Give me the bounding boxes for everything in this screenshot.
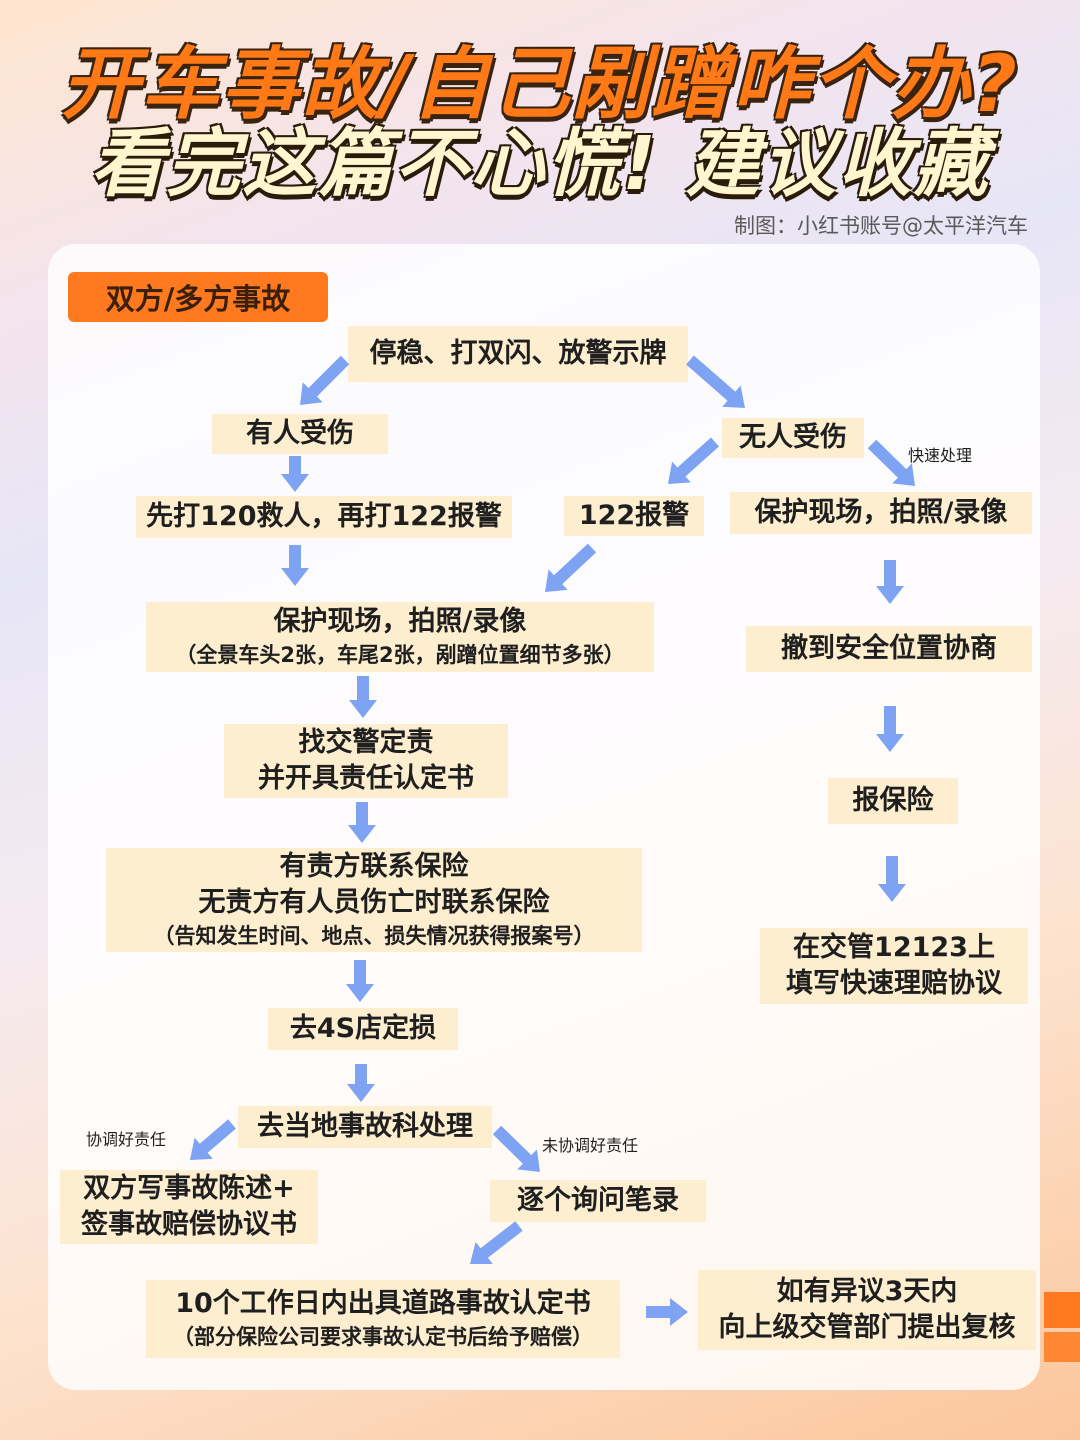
step-protect-main: 保护现场，拍照/录像 （全景车头2张，车尾2张，剐蹭位置细节多张） xyxy=(146,602,654,672)
step-insurance-line1: 有责方联系保险 xyxy=(279,851,469,882)
decor-square xyxy=(1044,1332,1080,1362)
step-injured: 有人受伤 xyxy=(212,414,388,454)
step-app-line2: 填写快速理赔协议 xyxy=(786,968,1002,999)
title-line-2: 看完这篇不心慌! 建议收藏 xyxy=(90,121,990,207)
step-safe-place: 撤到安全位置协商 xyxy=(746,626,1032,672)
step-appeal-line2: 向上级交管部门提出复核 xyxy=(718,1312,1016,1343)
step-no-injury-label: 无人受伤 xyxy=(739,422,847,453)
step-interview-label: 逐个询问笔录 xyxy=(517,1185,679,1216)
step-protect-main-label: 保护现场，拍照/录像 xyxy=(273,606,527,637)
step-4s-shop-label: 去4S店定损 xyxy=(289,1013,437,1044)
step-safe-place-label: 撤到安全位置协商 xyxy=(781,633,997,664)
step-police-line1: 找交警定责 xyxy=(298,727,434,758)
step-appeal: 如有异议3天内 向上级交管部门提出复核 xyxy=(698,1270,1036,1350)
step-protect-main-sub: （全景车头2张，车尾2张，剐蹭位置细节多张） xyxy=(175,643,625,667)
step-protect-right: 保护现场，拍照/录像 xyxy=(730,492,1032,534)
section-tag: 双方/多方事故 xyxy=(68,272,328,322)
step-protect-right-label: 保护现场，拍照/录像 xyxy=(754,497,1008,528)
step-statement: 双方写事故陈述+ 签事故赔偿协议书 xyxy=(60,1170,318,1244)
step-local-dept-label: 去当地事故科处理 xyxy=(257,1111,473,1142)
note-quick: 快速处理 xyxy=(908,446,973,465)
step-start-label: 停稳、打双闪、放警示牌 xyxy=(369,338,667,369)
step-certificate-sub: （部分保险公司要求事故认定书后给予赔偿） xyxy=(173,1325,593,1349)
step-certificate: 10个工作日内出具道路事故认定书 （部分保险公司要求事故认定书后给予赔偿） xyxy=(146,1280,620,1358)
step-report-insurance-label: 报保险 xyxy=(852,785,934,816)
step-injured-label: 有人受伤 xyxy=(246,418,354,449)
step-statement-line2: 签事故赔偿协议书 xyxy=(81,1209,297,1240)
decor-square xyxy=(1044,1292,1080,1328)
credit-text: 制图：小红书账号@太平洋汽车 xyxy=(734,214,1028,238)
step-app-line1: 在交管12123上 xyxy=(793,932,995,963)
step-app-12123: 在交管12123上 填写快速理赔协议 xyxy=(760,928,1028,1004)
step-insurance-sub: （告知发生时间、地点、损失情况获得报案号） xyxy=(153,924,595,948)
note-not-agreed: 未协调好责任 xyxy=(542,1136,639,1155)
step-report-insurance: 报保险 xyxy=(828,778,958,824)
step-insurance: 有责方联系保险 无责方有人员伤亡时联系保险 （告知发生时间、地点、损失情况获得报… xyxy=(106,848,642,952)
step-interview: 逐个询问笔录 xyxy=(490,1180,706,1222)
step-4s-shop: 去4S店定损 xyxy=(268,1008,458,1050)
step-no-injury: 无人受伤 xyxy=(722,418,864,458)
note-agreed: 协调好责任 xyxy=(86,1130,167,1149)
step-call-122: 122报警 xyxy=(564,496,704,536)
step-police-line2: 并开具责任认定书 xyxy=(258,763,474,794)
step-statement-line1: 双方写事故陈述+ xyxy=(83,1173,295,1204)
step-call-120: 先打120救人，再打122报警 xyxy=(136,496,512,538)
step-certificate-label: 10个工作日内出具道路事故认定书 xyxy=(175,1288,591,1319)
step-start: 停稳、打双闪、放警示牌 xyxy=(348,326,688,382)
step-local-dept: 去当地事故科处理 xyxy=(238,1106,492,1148)
step-police: 找交警定责 并开具责任认定书 xyxy=(224,724,508,798)
step-call-122-label: 122报警 xyxy=(578,500,690,531)
step-appeal-line1: 如有异议3天内 xyxy=(776,1276,958,1307)
step-insurance-line2: 无责方有人员伤亡时联系保险 xyxy=(198,887,550,918)
step-call-120-label: 先打120救人，再打122报警 xyxy=(146,501,502,532)
